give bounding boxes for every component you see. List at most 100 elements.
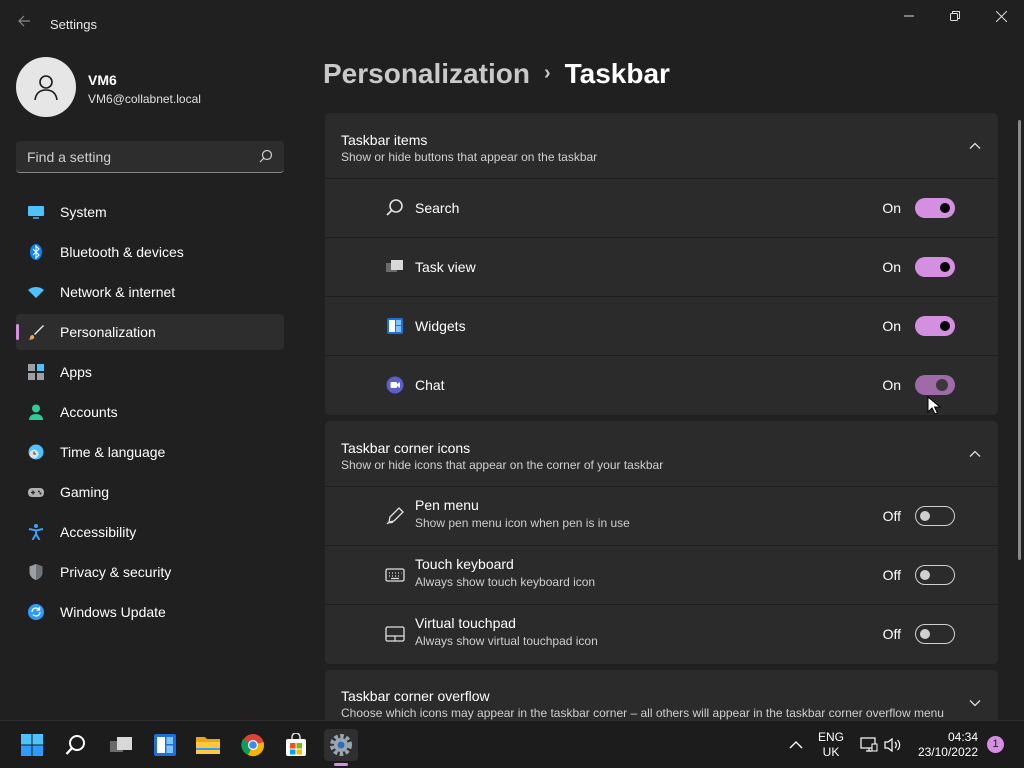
section-subtitle: Show or hide icons that appear on the co… — [341, 458, 664, 472]
task-view-icon — [386, 260, 403, 272]
taskbar-store-button[interactable] — [279, 729, 313, 761]
breadcrumb-parent[interactable]: Personalization — [323, 58, 530, 89]
corner-icons-section: Taskbar corner icons Show or hide icons … — [325, 421, 998, 664]
sidebar-nav: System Bluetooth & devices Network & int… — [16, 194, 284, 634]
user-profile[interactable]: VM6 VM6@collabnet.local — [16, 57, 286, 117]
chevron-up-icon[interactable] — [968, 139, 982, 153]
row-description: Show pen menu icon when pen is in use — [415, 516, 630, 530]
search-icon — [386, 199, 403, 216]
taskbar-search-button[interactable] — [59, 729, 93, 761]
widgets-toggle[interactable] — [915, 316, 955, 336]
taskbar-chrome-button[interactable] — [236, 729, 270, 761]
scrollbar[interactable] — [1018, 120, 1021, 560]
close-button[interactable] — [978, 0, 1024, 32]
sidebar-item-time-language[interactable]: Time & language — [16, 434, 284, 470]
restore-button[interactable] — [932, 0, 978, 32]
app-title: Settings — [50, 17, 97, 32]
chevron-up-icon[interactable] — [968, 447, 982, 461]
widgets-icon — [154, 734, 176, 756]
clock-time: 04:34 — [947, 730, 978, 744]
row-description: Always show touch keyboard icon — [415, 575, 596, 589]
sidebar-item-label: Bluetooth & devices — [60, 244, 184, 260]
sidebar-item-privacy[interactable]: Privacy & security — [16, 554, 284, 590]
mouse-cursor-icon — [927, 396, 941, 415]
task-view-toggle[interactable] — [915, 257, 955, 277]
breadcrumb: Personalization › Taskbar — [323, 58, 670, 90]
taskbar-items-section: Taskbar items Show or hide buttons that … — [325, 113, 998, 415]
sidebar-item-accessibility[interactable]: Accessibility — [16, 514, 284, 550]
sidebar-item-label: Gaming — [60, 484, 110, 500]
globe-clock-icon — [28, 444, 44, 460]
sidebar-item-bluetooth[interactable]: Bluetooth & devices — [16, 234, 284, 270]
taskbar-item-task-view: Task view On — [325, 238, 998, 297]
virtual-touchpad-toggle[interactable] — [915, 624, 955, 644]
bluetooth-icon — [30, 244, 42, 260]
page-title: Taskbar — [564, 58, 670, 89]
taskbar-file-explorer-button[interactable] — [191, 729, 225, 761]
clock-date: 23/10/2022 — [917, 745, 978, 759]
network-icon — [860, 737, 878, 752]
taskbar-item-chat: Chat On — [325, 356, 998, 415]
sidebar-item-system[interactable]: System — [16, 194, 284, 230]
person-avatar-icon — [34, 75, 58, 101]
corner-overflow-header[interactable]: Taskbar corner overflow Choose which ico… — [325, 670, 998, 720]
search-toggle[interactable] — [915, 198, 955, 218]
row-title: Widgets — [415, 318, 466, 334]
search-input[interactable] — [16, 141, 246, 172]
game-controller-icon — [28, 488, 44, 497]
corner-icons-header[interactable]: Taskbar corner icons Show or hide icons … — [325, 421, 998, 487]
toggle-state: On — [882, 259, 901, 275]
search-icon — [65, 735, 85, 755]
taskbar-settings-button[interactable] — [324, 729, 358, 761]
avatar — [16, 57, 76, 117]
notification-badge[interactable]: 1 — [987, 736, 1004, 753]
back-arrow-icon — [18, 15, 30, 27]
network-tray-icon[interactable] — [856, 729, 882, 761]
sidebar-item-label: Personalization — [60, 324, 156, 340]
sidebar-item-personalization[interactable]: Personalization — [16, 314, 284, 350]
row-title: Virtual touchpad — [415, 615, 516, 631]
search-icon[interactable] — [259, 149, 273, 163]
chevron-down-icon[interactable] — [968, 696, 982, 710]
sidebar-item-windows-update[interactable]: Windows Update — [16, 594, 284, 630]
settings-search[interactable] — [16, 141, 284, 173]
update-icon — [28, 604, 44, 620]
input-language-indicator[interactable]: ENG UK — [812, 730, 850, 760]
touch-keyboard-toggle[interactable] — [915, 565, 955, 585]
taskbar-widgets-button[interactable] — [148, 729, 182, 761]
minimize-icon — [904, 15, 914, 17]
sidebar-item-label: Privacy & security — [60, 564, 172, 580]
widgets-icon — [387, 318, 403, 334]
clock[interactable]: 04:34 23/10/2022 — [908, 730, 978, 760]
chevron-up-icon — [789, 741, 803, 749]
row-title: Touch keyboard — [415, 556, 514, 572]
sidebar-item-accounts[interactable]: Accounts — [16, 394, 284, 430]
sidebar-item-network[interactable]: Network & internet — [16, 274, 284, 310]
taskbar-start-button[interactable] — [15, 729, 49, 761]
sidebar-item-label: Accounts — [60, 404, 118, 420]
sidebar-item-gaming[interactable]: Gaming — [16, 474, 284, 510]
minimize-button[interactable] — [886, 0, 932, 32]
chat-icon — [386, 376, 404, 394]
apps-icon — [28, 364, 44, 380]
show-hidden-icons-button[interactable] — [782, 729, 810, 761]
wifi-icon — [28, 287, 44, 298]
volume-tray-icon[interactable] — [880, 729, 906, 761]
corner-icon-pen-menu: Pen menu Show pen menu icon when pen is … — [325, 487, 998, 546]
chat-toggle[interactable] — [915, 375, 955, 395]
toggle-state: On — [882, 200, 901, 216]
corner-overflow-section[interactable]: Taskbar corner overflow Choose which ico… — [325, 670, 998, 720]
restore-icon — [950, 11, 960, 21]
task-view-icon — [110, 737, 132, 752]
person-icon — [29, 404, 43, 420]
taskbar-items-header[interactable]: Taskbar items Show or hide buttons that … — [325, 113, 998, 179]
taskbar-task-view-button[interactable] — [104, 729, 138, 761]
row-title: Pen menu — [415, 497, 479, 513]
sidebar-item-apps[interactable]: Apps — [16, 354, 284, 390]
row-title: Task view — [415, 259, 476, 275]
pen-menu-toggle[interactable] — [915, 506, 955, 526]
back-button[interactable] — [12, 12, 36, 36]
sidebar-item-label: Accessibility — [60, 524, 137, 540]
toggle-state: Off — [882, 626, 901, 642]
store-icon — [286, 733, 306, 756]
